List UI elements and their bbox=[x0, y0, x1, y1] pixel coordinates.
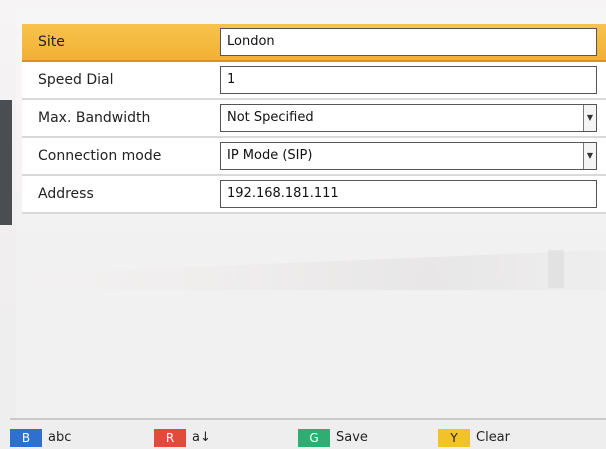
row-site[interactable]: Site London bbox=[22, 24, 606, 62]
address-label: Address bbox=[38, 186, 94, 202]
panel-divider bbox=[10, 418, 606, 420]
connection-mode-select[interactable]: IP Mode (SIP) ▼ bbox=[220, 142, 597, 170]
connection-mode-value: IP Mode (SIP) bbox=[227, 148, 313, 163]
chevron-down-icon[interactable]: ▼ bbox=[583, 105, 596, 131]
site-label: Site bbox=[38, 34, 65, 50]
max-bandwidth-label: Max. Bandwidth bbox=[38, 110, 151, 126]
row-max-bandwidth[interactable]: Max. Bandwidth Not Specified ▼ bbox=[22, 100, 606, 138]
hint-label-sort: a↓ bbox=[192, 430, 211, 445]
speed-dial-label: Speed Dial bbox=[38, 72, 114, 88]
chevron-down-icon[interactable]: ▼ bbox=[583, 143, 596, 169]
hint-label-clear: Clear bbox=[476, 430, 510, 445]
blue-key: B bbox=[10, 428, 42, 447]
hint-red-sort[interactable]: R a↓ bbox=[154, 426, 211, 449]
hint-yellow-clear[interactable]: Y Clear bbox=[438, 426, 510, 449]
max-bandwidth-value: Not Specified bbox=[227, 110, 314, 125]
row-speed-dial[interactable]: Speed Dial 1 bbox=[22, 62, 606, 100]
speed-dial-field[interactable]: 1 bbox=[220, 66, 597, 94]
red-key: R bbox=[154, 428, 186, 447]
address-field[interactable]: 192.168.181.111 bbox=[220, 180, 597, 208]
yellow-key: Y bbox=[438, 428, 470, 447]
hint-label-abc: abc bbox=[48, 430, 72, 445]
connection-mode-label: Connection mode bbox=[38, 148, 162, 164]
hint-green-save[interactable]: G Save bbox=[298, 426, 368, 449]
site-field[interactable]: London bbox=[220, 28, 597, 56]
row-address[interactable]: Address 192.168.181.111 bbox=[22, 176, 606, 214]
hint-blue-abc[interactable]: B abc bbox=[10, 426, 71, 449]
left-edge-shadow bbox=[0, 100, 12, 225]
green-key: G bbox=[298, 428, 330, 447]
hint-label-save: Save bbox=[336, 430, 368, 445]
max-bandwidth-select[interactable]: Not Specified ▼ bbox=[220, 104, 597, 132]
footer-hint-bar: B abc R a↓ G Save Y Clear bbox=[0, 426, 606, 449]
row-connection-mode[interactable]: Connection mode IP Mode (SIP) ▼ bbox=[22, 138, 606, 176]
